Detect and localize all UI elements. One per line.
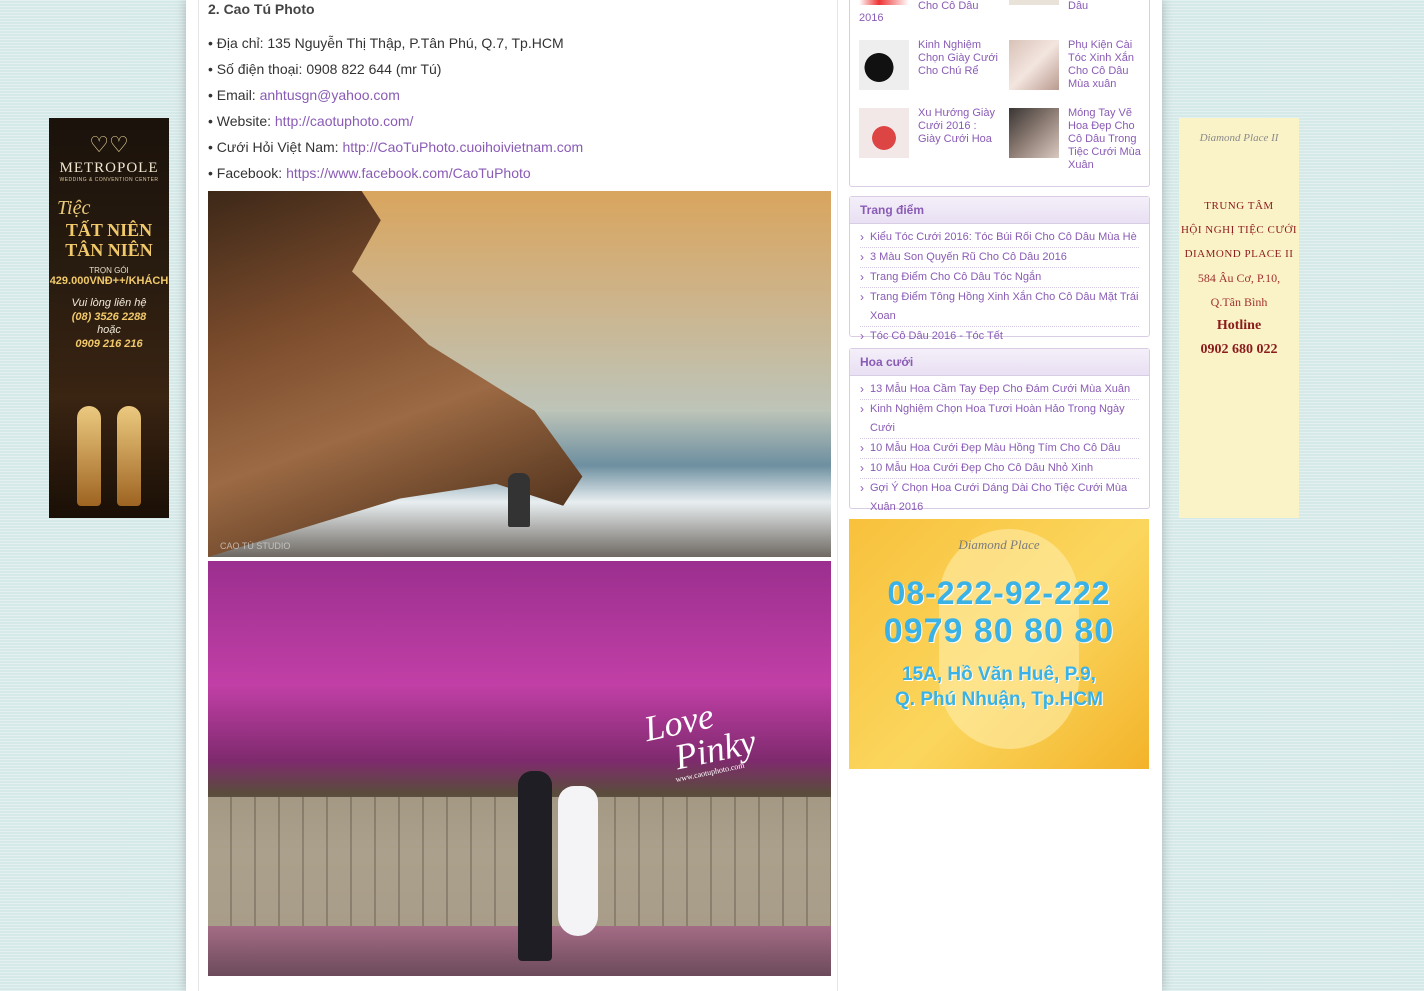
website-line: • Website: http://caotuphoto.com/ — [208, 112, 413, 130]
address-line: • Địa chỉ: 135 Nguyễn Thị Thập, P.Tân Ph… — [208, 34, 564, 52]
address-label: • Địa chỉ: — [208, 35, 264, 51]
ad-line1: TẤT NIÊN — [65, 220, 153, 240]
list-item[interactable]: Kiểu Tóc Cưới 2016: Tóc Búi Rối Cho Cô D… — [860, 228, 1139, 248]
ad-right-line2: HỘI NGHỊ TIỆC CƯỚI — [1180, 224, 1297, 236]
list-item[interactable]: Gợi Ý Chọn Hoa Cưới Dáng Dài Cho Tiệc Cư… — [860, 479, 1139, 517]
post-thumbnail — [1009, 40, 1059, 90]
article-content: 2. Cao Tú Photo • Địa chỉ: 135 Nguyễn Th… — [198, 0, 838, 991]
ad-hoac: hoặc — [97, 324, 121, 336]
groom-figure — [518, 771, 552, 961]
couple-figure — [508, 473, 530, 527]
ad-phone1: (08) 3526 2288 — [71, 311, 147, 323]
widget-title: Trang điểm — [850, 197, 1149, 224]
post-title: Cho Cô Dâu — [918, 0, 979, 12]
cliff-shape — [208, 191, 583, 557]
ad-brand: METROPOLE — [59, 160, 159, 176]
phone-label: • Số điện thoại: — [208, 61, 303, 77]
website-label: • Website: — [208, 113, 271, 129]
post-item[interactable]: Kinh Nghiệm Chọn Giày Cưới Cho Chú Rể — [850, 39, 1000, 100]
ad-tiec: Tiệc — [57, 197, 91, 219]
trang-diem-list: Kiểu Tóc Cưới 2016: Tóc Búi Rối Cho Cô D… — [850, 224, 1149, 346]
hoa-cuoi-list: 13 Mẫu Hoa Cầm Tay Đẹp Cho Đám Cưới Mùa … — [850, 376, 1149, 517]
trang-diem-widget: Trang điểm Kiểu Tóc Cưới 2016: Tóc Búi R… — [849, 196, 1150, 346]
bride-figure — [558, 786, 598, 936]
banner-address: 15A, Hồ Văn Huê, P.9, Q. Phú Nhuận, Tp.H… — [895, 664, 1103, 710]
post-title: Kinh Nghiệm Chọn Giày Cưới Cho Chú Rể — [918, 39, 998, 77]
metropole-side-ad[interactable]: ♡♡ METROPOLE WEDDING & CONVENTION CENTER… — [49, 118, 169, 518]
list-item[interactable]: 10 Mẫu Hoa Cưới Đẹp Cho Cô Dâu Nhỏ Xinh — [860, 459, 1139, 479]
list-item[interactable]: 13 Mẫu Hoa Cầm Tay Đẹp Cho Đám Cưới Mùa … — [860, 380, 1139, 400]
ad-line2: TÂN NIÊN — [65, 240, 153, 260]
address-value: 135 Nguyễn Thị Thập, P.Tân Phú, Q.7, Tp.… — [267, 35, 564, 51]
ad-brand-sub: WEDDING & CONVENTION CENTER — [59, 177, 159, 183]
email-link[interactable]: anhtusgn@yahoo.com — [260, 87, 400, 103]
diamond-place-banner-ad[interactable]: Diamond Place 08-222-92-222 0979 80 80 8… — [849, 519, 1149, 769]
ad-right-addr2: Q.Tân Bình — [1210, 295, 1268, 309]
post-title: Xu Hướng Giày Cưới 2016 : Giày Cưới Hoa — [918, 107, 995, 145]
list-item[interactable]: Tóc Cô Dâu 2016 - Tóc Tết — [860, 327, 1139, 346]
cuoihoi-label: • Cưới Hỏi Việt Nam: — [208, 139, 339, 155]
ad-right-line3: DIAMOND PLACE II — [1184, 248, 1294, 260]
cuoihoi-line: • Cưới Hỏi Việt Nam: http://CaoTuPhoto.c… — [208, 138, 583, 156]
facebook-label: • Facebook: — [208, 165, 283, 181]
ad-contact: Vui lòng liên hệ — [71, 297, 147, 309]
list-item[interactable]: 10 Mẫu Hoa Cưới Đẹp Màu Hồng Tím Cho Cô … — [860, 439, 1139, 459]
ad-right-hotline-label: Hotline — [1216, 318, 1262, 333]
post-item[interactable]: Xu Hướng Giày Cưới 2016 : Giày Cưới Hoa — [850, 107, 1000, 168]
love-pinky-overlay: Love Pinky www.caotuphoto.com — [640, 695, 760, 785]
post-item[interactable]: Phụ Kiện Cài Tóc Xinh Xắn Cho Cô Dâu Mùa… — [1000, 39, 1150, 100]
post-thumbnail — [859, 40, 909, 90]
post-item[interactable]: Móng Tay Vẽ Hoa Đẹp Cho Cô Dâu Trong Tiệ… — [1000, 107, 1150, 171]
phone-value: 0908 822 644 (mr Tú) — [306, 61, 442, 77]
banner-phone2: 0979 80 80 80 — [883, 612, 1115, 650]
website-link[interactable]: http://caotuphoto.com/ — [275, 113, 414, 129]
page-wrapper: 2. Cao Tú Photo • Địa chỉ: 135 Nguyễn Th… — [186, 0, 1162, 991]
ad-right-line1: TRUNG TÂM — [1204, 200, 1274, 212]
hoa-cuoi-widget: Hoa cưới 13 Mẫu Hoa Cầm Tay Đẹp Cho Đám … — [849, 348, 1150, 513]
post-title: Phụ Kiện Cài Tóc Xinh Xắn Cho Cô Dâu Mùa… — [1068, 39, 1135, 90]
beach-cliff-wedding-photo: CAO TÚ STUDIO — [208, 191, 831, 557]
metropole-logo-icon: ♡♡ — [89, 132, 129, 157]
ad-phone2: 0909 216 216 — [75, 338, 143, 350]
post-title: Móng Tay Vẽ Hoa Đẹp Cho Cô Dâu Trong Tiệ… — [1068, 107, 1141, 171]
post-thumbnail — [859, 108, 909, 158]
banner-logo: Diamond Place — [958, 537, 1040, 552]
ad-tron-goi: TRỌN GÓI — [89, 266, 129, 275]
email-line: • Email: anhtusgn@yahoo.com — [208, 86, 400, 104]
list-item[interactable]: Trang Điểm Cho Cô Dâu Tóc Ngắn — [860, 268, 1139, 288]
banner-phone1: 08-222-92-222 — [887, 575, 1111, 611]
email-label: • Email: — [208, 87, 256, 103]
champagne-glasses-image — [59, 386, 159, 506]
section-title: 2. Cao Tú Photo — [208, 1, 315, 17]
diamond-place-side-ad[interactable]: Diamond Place II TRUNG TÂM HỘI NGHỊ TIỆC… — [1179, 118, 1299, 518]
widget-title: Hoa cưới — [850, 349, 1149, 376]
post-thumbnail — [1009, 108, 1059, 158]
cuoihoi-link[interactable]: http://CaoTuPhoto.cuoihoivietnam.com — [342, 139, 583, 155]
diamond-place-logo: Diamond Place II — [1199, 132, 1279, 144]
post-title: Dâu — [1068, 0, 1089, 12]
photo-watermark: CAO TÚ STUDIO — [220, 541, 291, 551]
facebook-link[interactable]: https://www.facebook.com/CaoTuPhoto — [286, 165, 531, 181]
facebook-line: • Facebook: https://www.facebook.com/Cao… — [208, 164, 531, 182]
post-thumbnail — [859, 0, 909, 5]
post-thumbnail — [1009, 0, 1059, 5]
ad-right-addr1: 584 Âu Cơ, P.10, — [1197, 271, 1281, 285]
phone-line: • Số điện thoại: 0908 822 644 (mr Tú) — [208, 60, 441, 78]
ad-right-hotline: 0902 680 022 — [1200, 342, 1278, 357]
pink-flower-wedding-photo: Love Pinky www.caotuphoto.com — [208, 561, 831, 976]
list-item[interactable]: Kinh Nghiệm Chọn Hoa Tươi Hoàn Hảo Trong… — [860, 400, 1139, 439]
list-item[interactable]: 3 Màu Son Quyến Rũ Cho Cô Dâu 2016 — [860, 248, 1139, 268]
related-posts-widget: Cho Cô Dâu 2016 Dâu Kinh Nghiệm Chọn Già… — [849, 0, 1150, 187]
ad-price: 429.000VNĐ++/KHÁCH — [49, 275, 169, 287]
list-item[interactable]: Trang Điểm Tông Hồng Xinh Xắn Cho Cô Dâu… — [860, 288, 1139, 327]
post-title-year: 2016 — [859, 12, 884, 24]
